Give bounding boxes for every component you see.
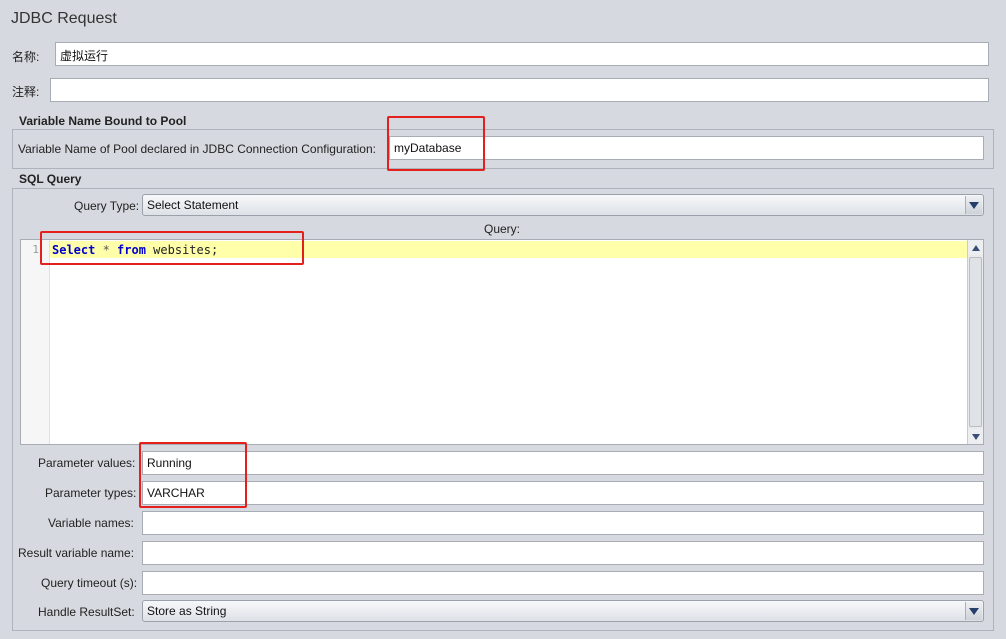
highlight-box-params <box>139 442 247 508</box>
query-timeout-input[interactable] <box>142 571 984 595</box>
comment-label: 注释: <box>12 85 40 99</box>
pool-label: Variable Name of Pool declared in JDBC C… <box>18 142 376 156</box>
param-values-label: Parameter values: <box>38 456 136 470</box>
handle-resultset-value: Store as String <box>147 604 227 618</box>
scroll-thumb[interactable] <box>969 257 982 427</box>
variable-names-label: Variable names: <box>48 516 134 530</box>
result-variable-label: Result variable name: <box>18 546 135 560</box>
window-title: JDBC Request <box>11 10 117 27</box>
line-number-gutter: 1 <box>21 240 50 444</box>
result-variable-input[interactable] <box>142 541 984 565</box>
highlight-box-pool <box>387 116 485 171</box>
sql-section-title: SQL Query <box>19 172 82 186</box>
highlight-box-query <box>40 231 304 265</box>
editor-scrollbar[interactable] <box>967 240 983 444</box>
param-types-input[interactable]: VARCHAR <box>142 481 984 505</box>
scroll-down-icon[interactable] <box>968 429 983 444</box>
name-label: 名称: <box>12 50 40 64</box>
scroll-up-icon[interactable] <box>968 240 983 255</box>
handle-resultset-label: Handle ResultSet: <box>38 605 135 619</box>
query-label: Query: <box>484 222 521 236</box>
query-timeout-label: Query timeout (s): <box>41 576 138 590</box>
name-input[interactable]: 虚拟运行 <box>55 42 989 66</box>
query-type-select[interactable]: Select Statement <box>142 194 984 216</box>
line-number: 1 <box>32 243 39 256</box>
handle-resultset-select[interactable]: Store as String <box>142 600 984 622</box>
variable-names-input[interactable] <box>142 511 984 535</box>
param-values-input[interactable]: Running <box>142 451 984 475</box>
param-types-label: Parameter types: <box>45 486 137 500</box>
query-editor[interactable]: 1 Select * from websites; <box>20 239 984 445</box>
comment-input[interactable] <box>50 78 989 102</box>
chevron-down-icon[interactable] <box>965 602 982 620</box>
chevron-down-icon[interactable] <box>965 196 982 214</box>
pool-section-title: Variable Name Bound to Pool <box>19 114 187 128</box>
query-type-value: Select Statement <box>147 198 239 212</box>
query-type-label: Query Type: <box>74 199 140 213</box>
